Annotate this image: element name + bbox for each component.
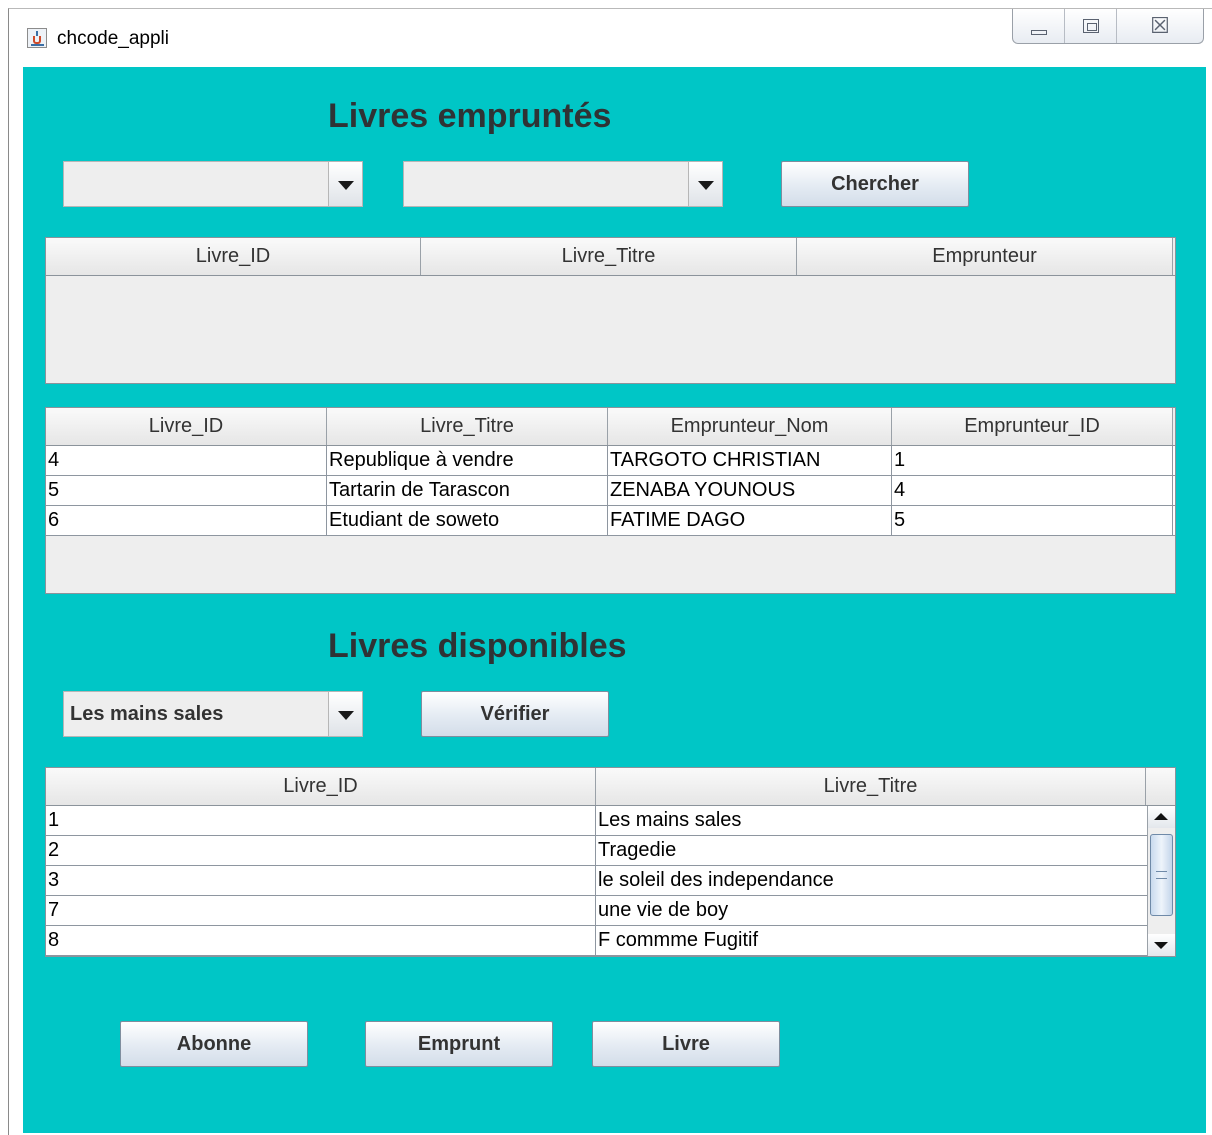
table-cell: Tragedie (596, 836, 1148, 865)
table-cell: 8 (46, 926, 596, 955)
borrowed-list-table: Livre_ID Livre_Titre Emprunteur_Nom Empr… (45, 407, 1176, 594)
column-header[interactable]: Livre_ID (46, 768, 596, 805)
table-body: 1 Les mains sales 2 Tragedie 3 le soleil… (46, 806, 1148, 956)
column-header[interactable]: Livre_ID (46, 408, 327, 445)
table-cell: Etudiant de soweto (327, 506, 608, 535)
book-combo-value (404, 162, 688, 206)
borrower-combo[interactable] (63, 161, 363, 207)
table-row[interactable]: 1 Les mains sales (46, 806, 1148, 836)
table-row[interactable]: 6 Etudiant de soweto FATIME DAGO 5 (46, 506, 1175, 536)
table-header: Livre_ID Livre_Titre Emprunteur (46, 238, 1175, 276)
main-panel: Livres empruntés Chercher Livre_ID Livre… (23, 67, 1206, 1133)
chevron-down-icon[interactable] (328, 162, 362, 206)
borrowed-heading: Livres empruntés (328, 97, 612, 135)
table-cell: 6 (46, 506, 327, 535)
abonne-button[interactable]: Abonne (120, 1021, 308, 1067)
table-row[interactable]: 2 Tragedie (46, 836, 1148, 866)
available-books-table: Livre_ID Livre_Titre 1 Les mains sales 2… (45, 767, 1176, 957)
table-cell: une vie de boy (596, 896, 1148, 925)
window-title: chcode_appli (57, 28, 169, 49)
table-cell: 2 (46, 836, 596, 865)
maximize-button[interactable] (1065, 9, 1117, 43)
table-cell: Republique à vendre (327, 446, 608, 475)
available-heading: Livres disponibles (328, 627, 627, 665)
table-cell: 7 (46, 896, 596, 925)
minimize-icon (1031, 30, 1047, 35)
book-combo[interactable] (403, 161, 723, 207)
column-header[interactable]: Emprunteur_ID (892, 408, 1173, 445)
search-button[interactable]: Chercher (781, 161, 969, 207)
app-window: chcode_appli ☒ Livres empruntés Chercher (8, 8, 1212, 1135)
column-header[interactable]: Livre_Titre (421, 238, 797, 275)
verify-button[interactable]: Vérifier (421, 691, 609, 737)
close-button[interactable]: ☒ (1117, 9, 1203, 43)
table-cell: 1 (46, 806, 596, 835)
chevron-down-icon[interactable] (688, 162, 722, 206)
scroll-up-icon[interactable] (1148, 806, 1175, 828)
table-cell: 4 (892, 476, 1173, 505)
table-cell: FATIME DAGO (608, 506, 892, 535)
table-cell: ZENABA YOUNOUS (608, 476, 892, 505)
borrowed-search-table: Livre_ID Livre_Titre Emprunteur (45, 237, 1176, 384)
maximize-icon (1083, 19, 1099, 33)
available-book-combo[interactable]: Les mains sales (63, 691, 363, 737)
table-row[interactable]: 4 Republique à vendre TARGOTO CHRISTIAN … (46, 446, 1175, 476)
table-cell: F commme Fugitif (596, 926, 1148, 955)
table-cell: Tartarin de Tarascon (327, 476, 608, 505)
table-header: Livre_ID Livre_Titre (46, 768, 1175, 806)
column-header[interactable]: Emprunteur_Nom (608, 408, 892, 445)
scroll-thumb[interactable] (1150, 834, 1173, 916)
minimize-button[interactable] (1013, 9, 1065, 43)
window-controls: ☒ (1012, 9, 1204, 44)
table-row[interactable]: 5 Tartarin de Tarascon ZENABA YOUNOUS 4 (46, 476, 1175, 506)
table-cell: 5 (46, 476, 327, 505)
column-header[interactable]: Livre_Titre (596, 768, 1146, 805)
table-cell: 5 (892, 506, 1173, 535)
table-cell: 3 (46, 866, 596, 895)
vertical-scrollbar[interactable] (1147, 806, 1175, 956)
table-cell: le soleil des independance (596, 866, 1148, 895)
table-header: Livre_ID Livre_Titre Emprunteur_Nom Empr… (46, 408, 1175, 446)
table-cell: 1 (892, 446, 1173, 475)
close-icon: ☒ (1150, 13, 1170, 38)
column-header[interactable]: Livre_ID (46, 238, 421, 275)
available-book-combo-value: Les mains sales (70, 703, 224, 725)
column-header[interactable]: Emprunteur (797, 238, 1173, 275)
table-cell: Les mains sales (596, 806, 1148, 835)
livre-button[interactable]: Livre (592, 1021, 780, 1067)
table-row[interactable]: 8 F commme Fugitif (46, 926, 1148, 956)
table-cell: TARGOTO CHRISTIAN (608, 446, 892, 475)
borrower-combo-value (64, 162, 328, 206)
java-app-icon (27, 28, 47, 48)
table-row[interactable]: 7 une vie de boy (46, 896, 1148, 926)
chevron-down-icon[interactable] (328, 692, 362, 736)
table-row[interactable]: 3 le soleil des independance (46, 866, 1148, 896)
title-bar[interactable]: chcode_appli ☒ (9, 9, 1212, 67)
table-cell: 4 (46, 446, 327, 475)
emprunt-button[interactable]: Emprunt (365, 1021, 553, 1067)
column-header[interactable]: Livre_Titre (327, 408, 608, 445)
scroll-down-icon[interactable] (1148, 934, 1175, 956)
header-corner (1146, 768, 1175, 805)
